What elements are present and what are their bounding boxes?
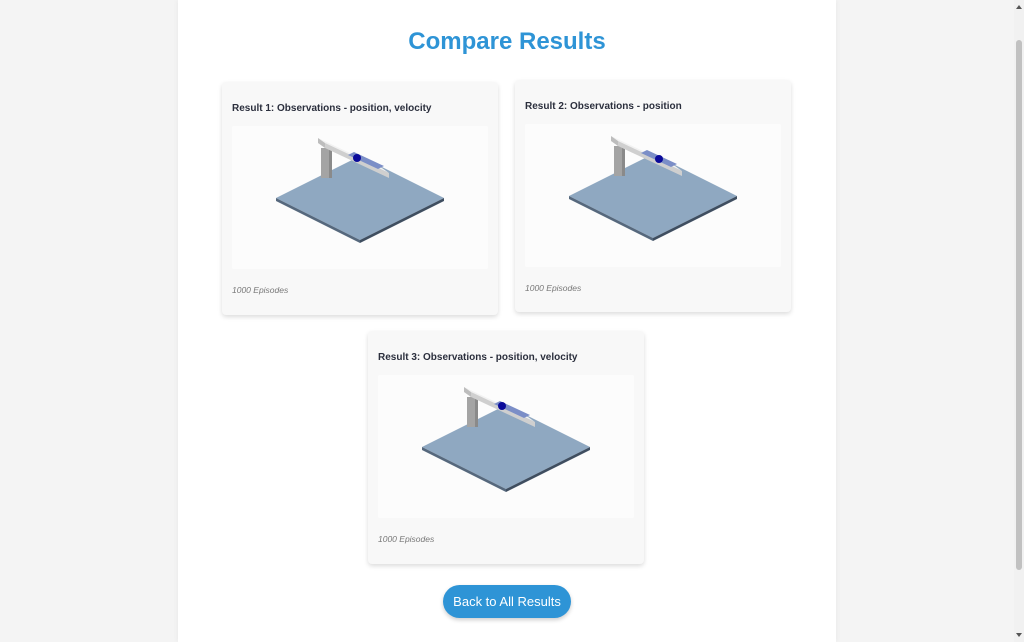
- episode-count: 1000 Episodes: [232, 285, 289, 295]
- simulation-image: [232, 126, 488, 269]
- scene-render: [569, 136, 737, 241]
- episode-count: 1000 Episodes: [378, 534, 435, 544]
- episode-count: 1000 Episodes: [525, 283, 582, 293]
- scrollbar-thumb[interactable]: [1016, 40, 1022, 570]
- result-card-3: Result 3: Observations - position, veloc…: [368, 331, 644, 564]
- vertical-scrollbar[interactable]: [1014, 0, 1024, 642]
- scroll-down-icon[interactable]: [1016, 633, 1022, 637]
- simulation-image: [525, 124, 781, 267]
- main-content: Compare Results Result 1: Observations -…: [178, 0, 836, 642]
- result-card-2: Result 2: Observations - position 1000 E…: [515, 80, 791, 312]
- page-title: Compare Results: [408, 28, 606, 55]
- simulation-image: [378, 375, 634, 518]
- scroll-up-icon[interactable]: [1016, 5, 1022, 9]
- result-card-title: Result 2: Observations - position: [525, 101, 682, 112]
- scene-render: [422, 387, 590, 492]
- result-card-title: Result 3: Observations - position, veloc…: [378, 352, 578, 363]
- result-card-title: Result 1: Observations - position, veloc…: [232, 103, 432, 114]
- back-to-all-results-button[interactable]: Back to All Results: [443, 585, 571, 618]
- scene-render: [276, 138, 444, 243]
- result-card-1: Result 1: Observations - position, veloc…: [222, 82, 498, 315]
